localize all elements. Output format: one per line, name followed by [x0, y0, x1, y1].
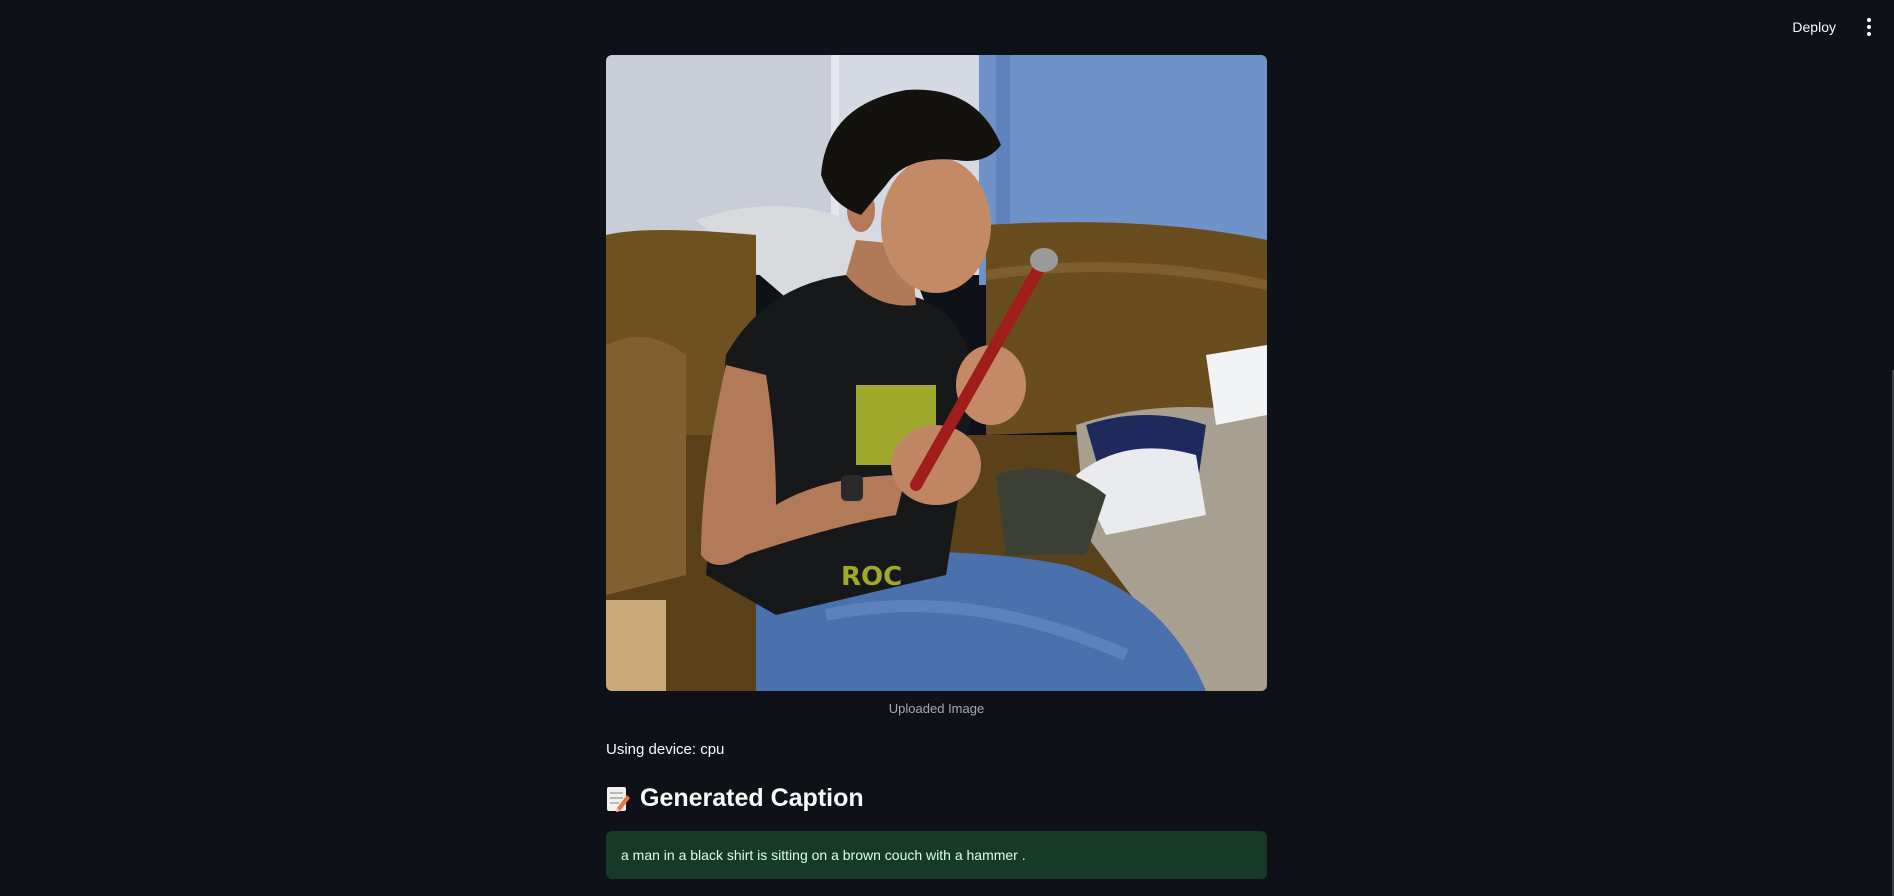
svg-text:ROC: ROC	[841, 562, 902, 592]
deploy-button[interactable]: Deploy	[1786, 14, 1842, 40]
app-root: Deploy ROC Uploaded Image Using device: …	[0, 0, 1894, 896]
image-caption: Uploaded Image	[888, 701, 985, 716]
memo-icon	[606, 785, 630, 813]
vertical-ellipsis-icon[interactable]	[1856, 14, 1882, 40]
generated-caption-text: a man in a black shirt is sitting on a b…	[621, 847, 1026, 863]
main-content: ROC Uploaded Image Using device: cpu Gen…	[606, 55, 1267, 879]
generated-caption-heading: Generated Caption	[606, 784, 1267, 813]
generated-caption-alert: a man in a black shirt is sitting on a b…	[606, 831, 1267, 879]
app-header: Deploy	[0, 0, 1894, 56]
uploaded-image: ROC	[606, 55, 1267, 691]
section-heading-text: Generated Caption	[640, 784, 864, 812]
device-status-text: Using device: cpu	[606, 741, 725, 758]
